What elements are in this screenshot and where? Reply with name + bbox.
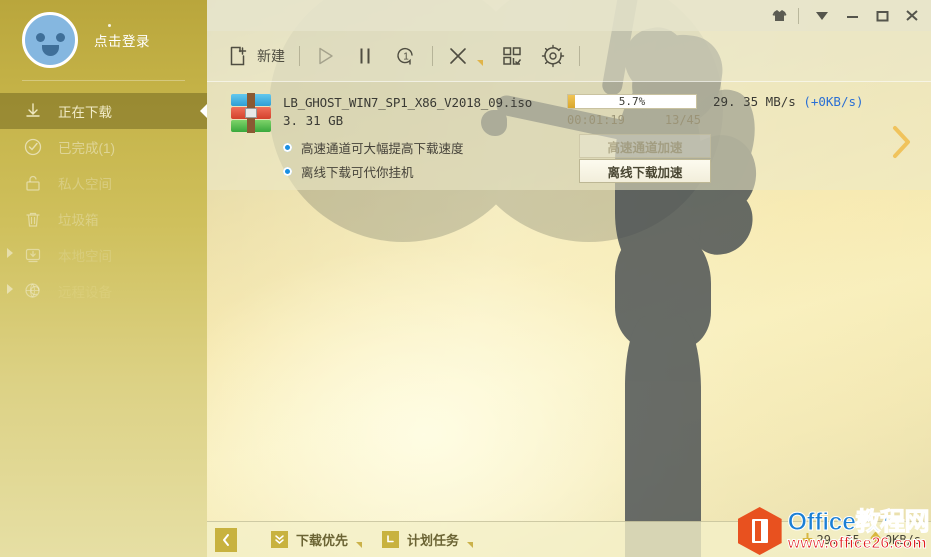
login-label: 点击登录 (94, 34, 150, 49)
arrow-up-icon (870, 531, 881, 548)
chevron-left-icon[interactable] (215, 527, 237, 552)
chevron-right-icon[interactable] (889, 122, 915, 162)
task-filename: LB_GHOST_WIN7_SP1_X86_V2018_09.iso (283, 95, 533, 110)
delete-dropdown-caret[interactable] (477, 60, 483, 66)
sidebar-item-label: 私人空间 (58, 177, 112, 192)
upload-speed-status: 0KB/s (870, 531, 921, 548)
qrcode-button[interactable] (492, 37, 532, 75)
task-speed: 29. 35 MB/s (+0KB/s) (713, 94, 864, 109)
pause-button[interactable] (345, 37, 385, 75)
radio-icon[interactable] (283, 167, 292, 176)
time-remaining: 00:01:19 (567, 113, 625, 127)
user-profile[interactable]: 点击登录 (0, 0, 207, 80)
offline-accelerate-button[interactable]: 离线下载加速 (579, 159, 711, 183)
skin-icon[interactable] (764, 3, 794, 29)
globe-sync-icon (22, 280, 44, 302)
thunder-download-manager-window: 点击登录 正在下载 已完成(1) 私人空间 垃圾箱 本地空间 远程设备 新建 1… (0, 0, 931, 557)
lock-icon (22, 172, 44, 194)
toolbar-divider (579, 46, 580, 66)
menu-chevron-down-icon[interactable] (807, 3, 837, 29)
bottom-bar: 下载优先 计划任务 29. 35 0KB/s (207, 521, 931, 557)
dropdown-caret[interactable] (467, 541, 474, 548)
double-chevron-down-icon (271, 531, 288, 548)
gear-icon (541, 44, 565, 68)
avatar[interactable] (22, 12, 78, 68)
peer-count: 13/45 (664, 113, 701, 127)
pause-icon (360, 48, 370, 64)
sidebar-item-remote-device[interactable]: 远程设备 (0, 273, 207, 309)
arrow-down-icon (802, 532, 813, 548)
sidebar-item-label: 垃圾箱 (58, 213, 99, 228)
download-priority-button[interactable]: 下载优先 (261, 526, 372, 554)
promo-line-highspeed: 高速通道可大幅提高下载速度 (283, 138, 464, 157)
monitor-download-icon (22, 244, 44, 266)
scheduled-task-label: 计划任务 (407, 533, 460, 548)
task-panel: LB_GHOST_WIN7_SP1_X86_V2018_09.iso 3. 31… (207, 82, 931, 190)
chevron-right-icon[interactable] (7, 284, 13, 294)
task-filesize: 3. 31 GB (283, 113, 344, 128)
minimize-icon[interactable] (837, 3, 867, 29)
download-task-row[interactable]: LB_GHOST_WIN7_SP1_X86_V2018_09.iso 3. 31… (223, 90, 931, 190)
retry-button[interactable]: 1 (385, 37, 427, 75)
title-bar (207, 0, 931, 31)
radio-icon[interactable] (283, 143, 292, 152)
trash-icon (22, 208, 44, 230)
qr-grid-icon (503, 47, 522, 65)
new-file-icon (230, 46, 247, 66)
new-task-label: 新建 (257, 48, 285, 64)
sidebar-nav: 正在下载 已完成(1) 私人空间 垃圾箱 本地空间 远程设备 (0, 93, 207, 309)
clock-icon (382, 531, 400, 548)
delete-button[interactable] (438, 37, 492, 75)
upload-speed-value: 0KB/s (884, 532, 921, 547)
sidebar-item-local-space[interactable]: 本地空间 (0, 237, 207, 273)
sidebar-item-label: 本地空间 (58, 249, 112, 264)
play-icon (319, 47, 333, 65)
sidebar: 点击登录 正在下载 已完成(1) 私人空间 垃圾箱 本地空间 远程设备 (0, 0, 207, 557)
svg-text:1: 1 (403, 52, 409, 63)
main-toolbar: 新建 1 (207, 31, 931, 82)
progress-area: 5.7% (567, 94, 697, 109)
dropdown-caret[interactable] (356, 541, 363, 548)
progress-meta: 00:01:19 13/45 (567, 113, 701, 127)
profile-dot (108, 24, 111, 27)
progress-percent-label: 5.7% (618, 95, 646, 108)
promo-text: 高速通道可大幅提高下载速度 (301, 142, 464, 156)
sidebar-item-label: 已完成(1) (58, 141, 115, 156)
speed-value: 29. 35 MB/s (713, 94, 796, 109)
retry-circle-icon: 1 (397, 47, 413, 65)
chevron-right-icon[interactable] (7, 248, 13, 258)
toolbar-divider (432, 46, 433, 66)
close-x-icon (450, 48, 466, 64)
new-task-button[interactable]: 新建 (219, 37, 294, 75)
settings-button[interactable] (532, 37, 574, 75)
toolbar-divider (299, 46, 300, 66)
sidebar-item-label: 正在下载 (58, 105, 112, 120)
promo-line-offline: 离线下载可代你挂机 (283, 162, 414, 181)
titlebar-divider (798, 7, 799, 24)
sidebar-item-private-space[interactable]: 私人空间 (0, 165, 207, 201)
archive-icon (231, 93, 271, 133)
scheduled-task-button[interactable]: 计划任务 (372, 526, 483, 554)
sidebar-item-trash[interactable]: 垃圾箱 (0, 201, 207, 237)
progress-bar: 5.7% (567, 94, 697, 109)
download-priority-label: 下载优先 (296, 533, 349, 548)
sidebar-item-label: 远程设备 (58, 285, 112, 300)
highspeed-accelerate-button[interactable]: 高速通道加速 (579, 134, 711, 158)
active-marker (200, 104, 207, 118)
maximize-icon[interactable] (867, 3, 897, 29)
start-button[interactable] (305, 37, 345, 75)
sidebar-item-completed[interactable]: 已完成(1) (0, 129, 207, 165)
close-icon[interactable] (897, 3, 927, 29)
speed-increment: (+0KB/s) (803, 94, 864, 109)
download-speed-value: 29. 35 (816, 532, 860, 547)
check-circle-icon (22, 136, 44, 158)
sidebar-item-downloading[interactable]: 正在下载 (0, 93, 207, 129)
promo-text: 离线下载可代你挂机 (301, 166, 414, 180)
sidebar-divider (22, 80, 185, 81)
download-arrow-icon (22, 100, 44, 122)
download-speed-status: 29. 35 (802, 532, 860, 548)
